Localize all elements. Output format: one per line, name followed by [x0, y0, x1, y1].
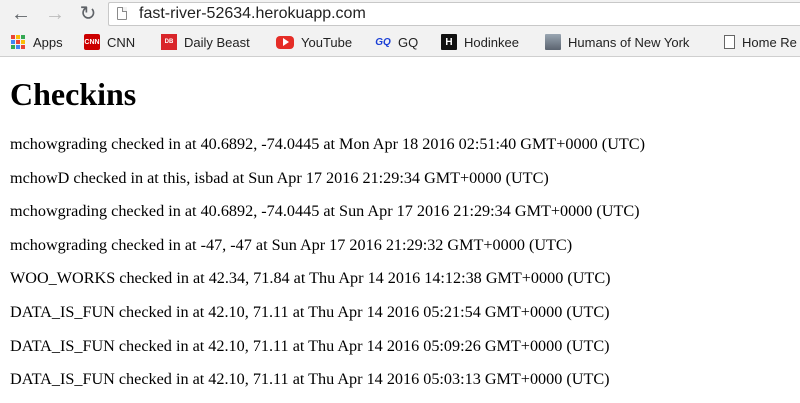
checkin-item: DATA_IS_FUN checked in at 42.10, 71.11 a…	[10, 336, 610, 355]
bookmark-label: Humans of New York	[568, 34, 690, 50]
apps-grid-dot	[21, 40, 25, 44]
hodinkee-icon: H	[441, 34, 457, 50]
bookmark-label: GQ	[398, 34, 419, 50]
apps-grid-dot	[11, 35, 15, 39]
apps-grid-dot	[11, 40, 15, 44]
youtube-icon	[276, 35, 294, 49]
bookmark-label: Hodinkee	[464, 34, 519, 50]
bookmark-label: YouTube	[301, 34, 353, 50]
apps-grid-dot	[16, 40, 20, 44]
reload-icon: ↻	[79, 3, 97, 25]
bookmark-label: Daily Beast	[184, 34, 250, 50]
checkin-item: DATA_IS_FUN checked in at 42.10, 71.11 a…	[10, 370, 610, 389]
bookmark-youtube[interactable]: YouTube	[276, 32, 352, 52]
humans-of-new-york-icon	[545, 34, 561, 50]
page-info-icon[interactable]	[117, 7, 127, 20]
apps-grid-dot	[21, 45, 25, 49]
bookmark-label: Apps	[33, 34, 63, 50]
bookmark-label: CNN	[107, 34, 136, 50]
document-icon	[724, 35, 735, 49]
apps-grid-dot	[11, 45, 15, 49]
checkin-item: mchowgrading checked in at 40.6892, -74.…	[10, 135, 645, 153]
daily-beast-icon: DB	[161, 34, 177, 50]
apps-grid-dot	[21, 35, 25, 39]
bookmark-humans-of-new-york[interactable]: Humans of New York	[545, 32, 689, 52]
reload-button[interactable]: ↻	[77, 3, 99, 25]
forward-arrow-icon: →	[45, 3, 65, 25]
bookmark-cnn[interactable]: CNN CNN	[84, 32, 135, 52]
bookmark-daily-beast[interactable]: DB Daily Beast	[161, 32, 250, 52]
back-arrow-icon: ←	[11, 3, 31, 25]
bookmarks-bar: Apps CNN CNN DB Daily Beast YouTube GQ G…	[0, 28, 800, 55]
url-text[interactable]: fast-river-52634.herokuapp.com	[139, 5, 366, 23]
back-button[interactable]: ←	[10, 3, 32, 25]
checkin-item: mchowgrading checked in at -47, -47 at S…	[10, 235, 573, 254]
apps-grid-dot	[16, 45, 20, 49]
bookmark-apps[interactable]: Apps	[10, 32, 63, 52]
navigation-bar: ← → ↻ fast-river-52634.herokuapp.com	[0, 0, 800, 28]
bookmark-hodinkee[interactable]: H Hodinkee	[441, 32, 519, 52]
gq-icon: GQ	[375, 36, 391, 48]
address-bar[interactable]: fast-river-52634.herokuapp.com	[108, 2, 800, 26]
checkin-item: DATA_IS_FUN checked in at 42.10, 71.11 a…	[10, 302, 610, 321]
apps-grid-icon	[10, 34, 26, 50]
checkin-item: WOO_WORKS checked in at 42.34, 71.84 at …	[10, 269, 611, 288]
bookmark-gq[interactable]: GQ GQ	[375, 32, 418, 52]
cnn-icon: CNN	[84, 34, 100, 50]
checkin-list: mchowgrading checked in at 40.6892, -74.…	[10, 134, 645, 403]
bookmark-home-re[interactable]: Home Re	[724, 32, 797, 52]
bookmark-label: Home Re	[742, 34, 797, 50]
checkin-item: mchowgrading checked in at 40.6892, -74.…	[10, 202, 640, 221]
checkin-item: mchowD checked in at this, isbad at Sun …	[10, 168, 549, 187]
apps-grid-dot	[16, 35, 20, 39]
forward-button[interactable]: →	[44, 3, 66, 25]
page-title: Checkins	[10, 76, 137, 112]
browser-chrome: ← → ↻ fast-river-52634.herokuapp.com App…	[0, 0, 800, 57]
